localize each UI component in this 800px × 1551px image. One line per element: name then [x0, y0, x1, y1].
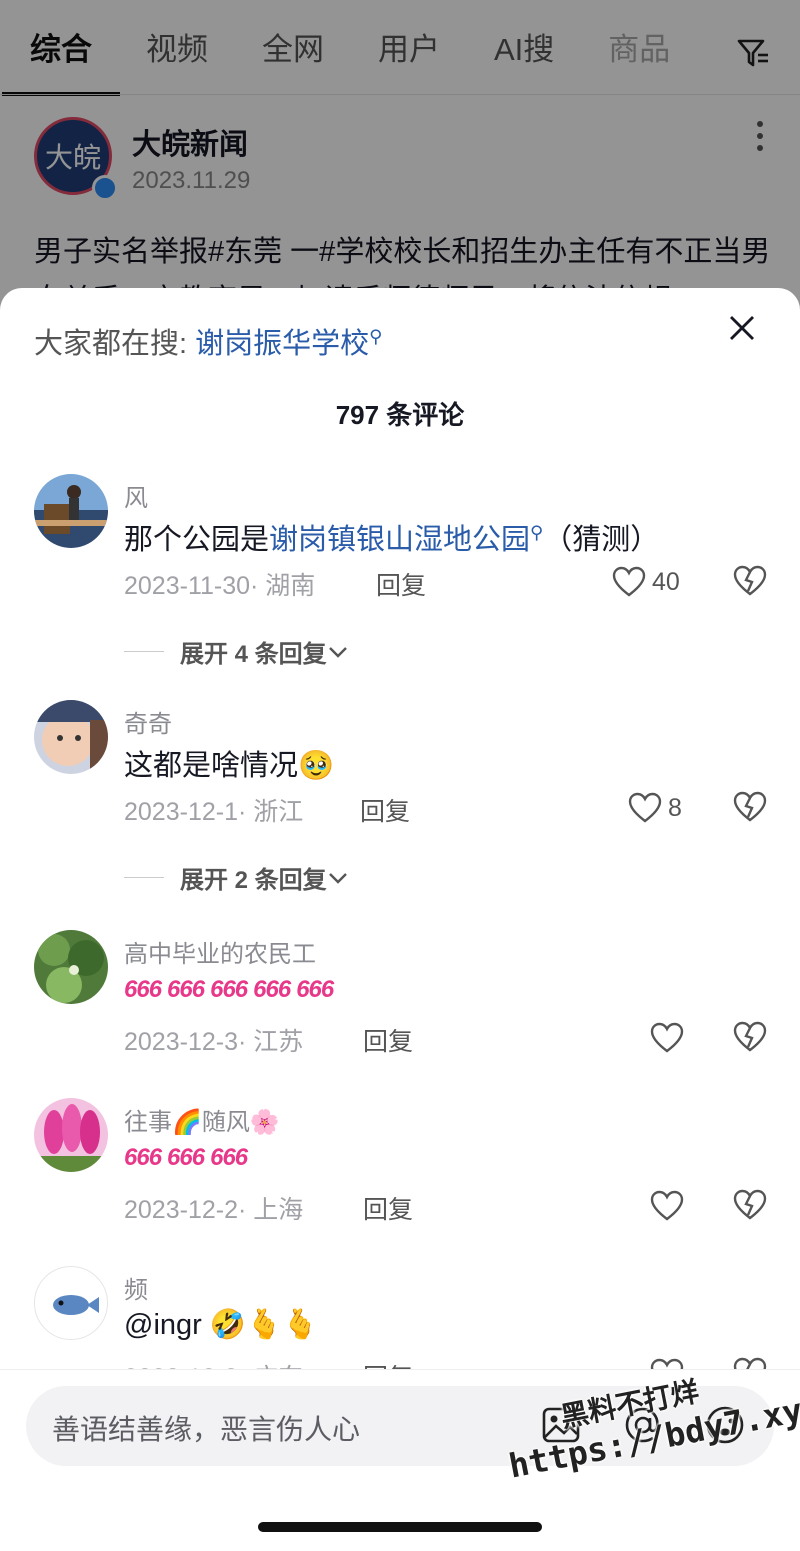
avatar[interactable] [34, 700, 108, 774]
avatar[interactable] [34, 930, 108, 1004]
comment-meta: 2023-11-30· 湖南 [124, 572, 316, 600]
hot-search-bar[interactable]: 大家都在搜: 谢岗振华学校⚲ [34, 320, 382, 362]
comment-author[interactable]: 奇奇 [124, 704, 172, 739]
comment-search-link[interactable]: 谢岗镇银山湿地公园 [269, 524, 530, 556]
hot-search-term[interactable]: 谢岗振华学校 [195, 328, 369, 360]
comment-author[interactable]: 风 [124, 478, 148, 513]
reply-button[interactable]: 回复 [363, 1022, 413, 1058]
expand-divider [124, 877, 164, 878]
comment-meta: 2023-12-1· 浙江 [124, 798, 304, 826]
comment-text-part: 那个公园是 [124, 524, 270, 556]
comment-text[interactable]: @ingr 🤣🫰🫰 [124, 1308, 318, 1342]
dislike-icon[interactable] [733, 1188, 767, 1222]
666-emoji: 666 [167, 1144, 205, 1171]
expand-replies-button[interactable]: 展开 4 条回复 [124, 634, 349, 669]
expand-divider [124, 651, 164, 652]
comment-meta: 2023-12-2· 上海 [124, 1196, 304, 1224]
666-emoji: 666 [210, 1144, 248, 1171]
comment-text[interactable]: 这都是啥情况🥹 [124, 742, 334, 784]
expand-label: 展开 2 条回复 [180, 867, 327, 894]
comment-author[interactable]: 频 [124, 1270, 148, 1305]
comment-text-part: （猜测） [543, 524, 660, 556]
like-button[interactable] [650, 1020, 684, 1056]
hot-search-label: 大家都在搜: [34, 328, 188, 360]
search-icon: ⚲ [369, 326, 383, 347]
comment-author[interactable]: 高中毕业的农民工 [124, 934, 316, 969]
heart-icon [650, 1022, 684, 1053]
expand-label: 展开 4 条回复 [180, 641, 327, 668]
comment-text[interactable]: 666 666 666 666 666 [124, 972, 339, 1005]
expand-replies-button[interactable]: 展开 2 条回复 [124, 860, 349, 895]
comment-input-placeholder: 善语结善缘，恶言伤人心 [52, 1414, 361, 1445]
screen: 综合 视频 全网 用户 AI搜 商品 大皖 大皖新闻 2023.11.29 男子… [0, 0, 800, 1551]
comment-text[interactable]: 那个公园是谢岗镇银山湿地公园⚲（猜测） [124, 516, 659, 558]
close-icon[interactable] [728, 314, 756, 342]
comment-item[interactable]: 奇奇 这都是啥情况🥹 2023-12-1· 浙江 回复 8 展开 2 条回复 [0, 700, 800, 894]
chevron-down-icon [328, 646, 347, 658]
comment-item[interactable]: 风 那个公园是谢岗镇银山湿地公园⚲（猜测） 2023-11-30· 湖南 回复 … [0, 474, 800, 668]
like-button[interactable]: 8 [628, 790, 682, 826]
comment-item[interactable]: 高中毕业的农民工 666 666 666 666 666 2023-12-3· 江苏 回… [0, 930, 800, 1070]
avatar[interactable] [34, 474, 108, 548]
heart-icon [612, 566, 646, 597]
heart-icon [650, 1190, 684, 1221]
avatar[interactable] [34, 1098, 108, 1172]
chevron-down-icon [328, 872, 347, 884]
666-emoji: 666 [124, 976, 162, 1003]
comment-text[interactable]: 666 666 666 [124, 1140, 253, 1173]
666-emoji: 666 [124, 1144, 162, 1171]
comment-count: 797 条评论 [335, 400, 465, 430]
dislike-icon[interactable] [733, 1020, 767, 1054]
dislike-icon[interactable] [733, 564, 767, 598]
666-emoji: 666 [253, 976, 291, 1003]
like-button[interactable]: 40 [612, 564, 680, 600]
comment-sheet: 大家都在搜: 谢岗振华学校⚲ 797 条评论 风 那个公园是谢岗镇银山湿地公园⚲… [0, 288, 800, 1551]
comment-item[interactable]: 往事🌈随风🌸 666 666 666 2023-12-2· 上海 回复 [0, 1098, 800, 1238]
comment-meta: 2023-12-3· 江苏 [124, 1028, 304, 1056]
reply-button[interactable]: 回复 [360, 792, 410, 828]
like-count: 40 [652, 567, 680, 596]
heart-icon [628, 792, 662, 823]
666-emoji: 666 [296, 976, 334, 1003]
reply-button[interactable]: 回复 [376, 566, 426, 602]
dislike-icon[interactable] [733, 790, 767, 824]
avatar[interactable] [34, 1266, 108, 1340]
like-count: 8 [668, 793, 682, 822]
reply-button[interactable]: 回复 [363, 1190, 413, 1226]
like-button[interactable] [650, 1188, 684, 1224]
home-indicator [258, 1522, 542, 1532]
search-icon: ⚲ [530, 522, 544, 543]
666-emoji: 666 [167, 976, 205, 1003]
666-emoji: 666 [210, 976, 248, 1003]
comment-author[interactable]: 往事🌈随风🌸 [124, 1102, 280, 1137]
